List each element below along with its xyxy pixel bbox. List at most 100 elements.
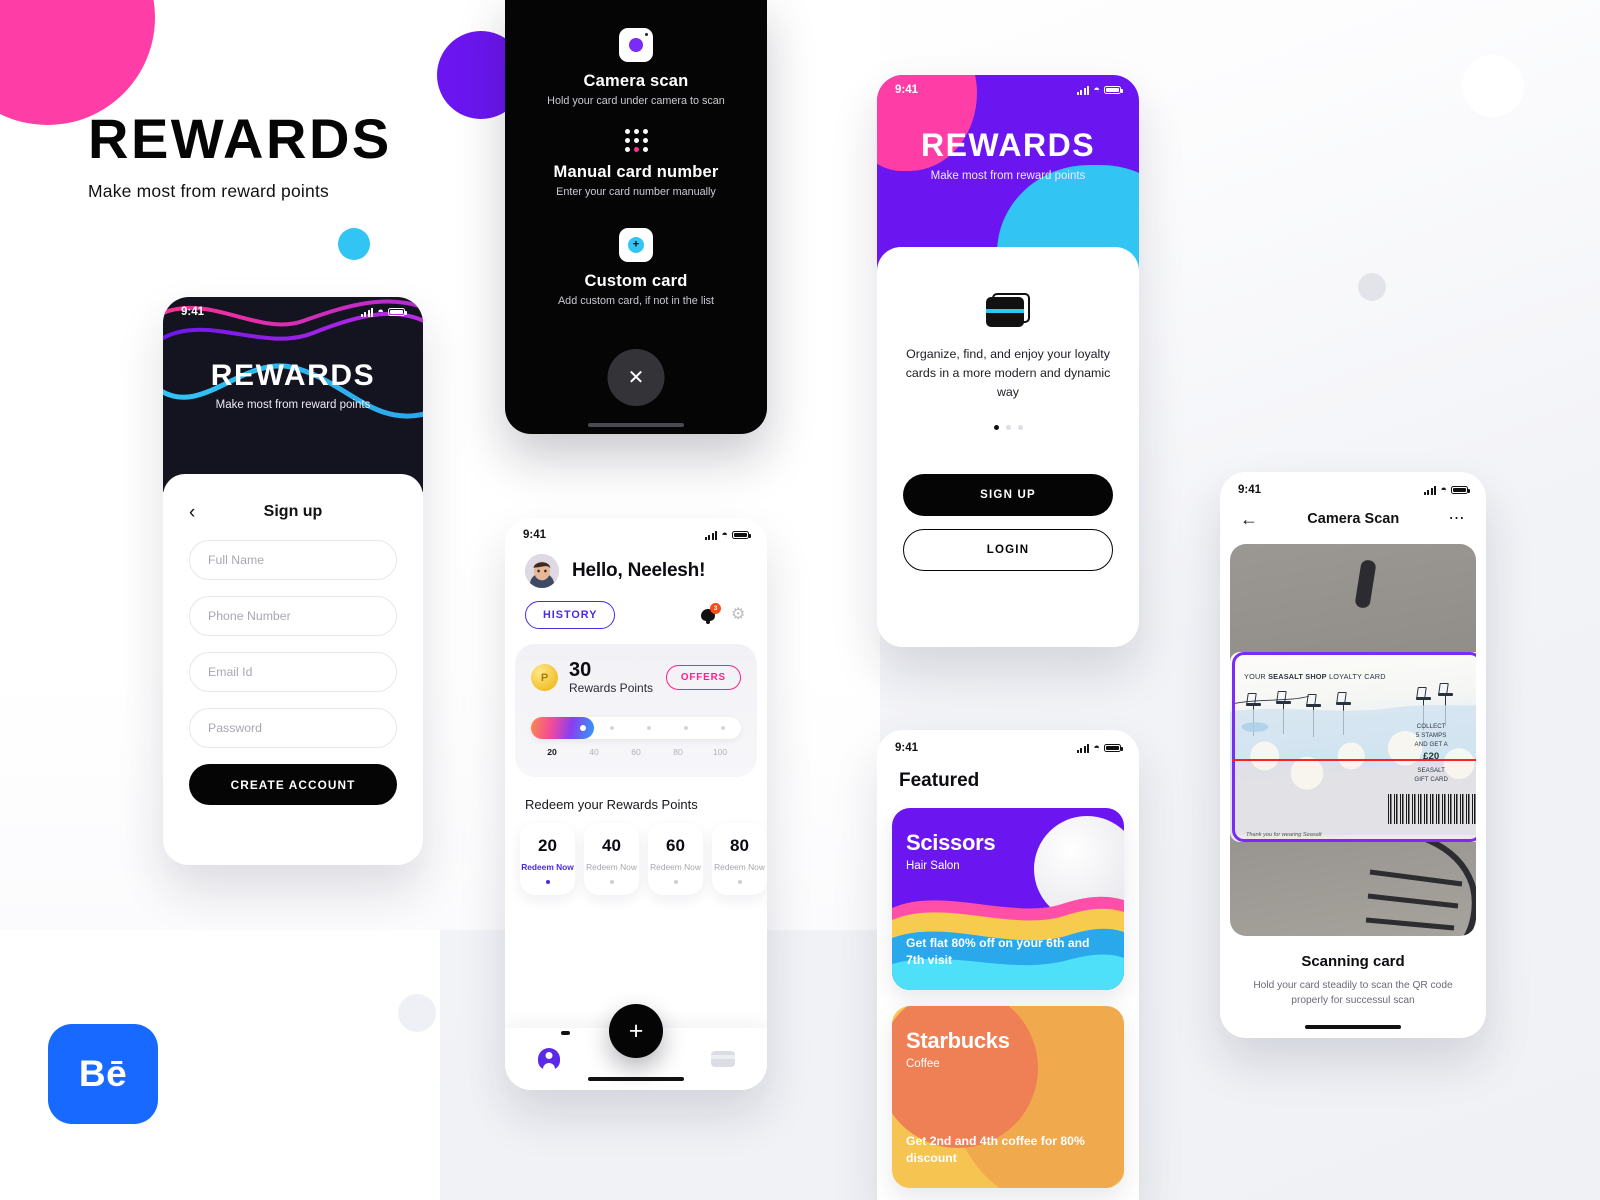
card-front — [986, 297, 1024, 327]
signup-header: ‹ Sign up — [189, 500, 397, 524]
phone-placeholder: Phone Number — [208, 609, 291, 623]
tick-dot — [668, 726, 705, 730]
decorative-rack — [1357, 826, 1476, 936]
redeem-amount: 40 — [602, 836, 621, 855]
points-card: P 30 Rewards Points OFFERS 20 40 60 80 1… — [515, 644, 757, 777]
redeem-action: Redeem Now — [650, 862, 701, 872]
status-bar: 9:41 ◓ — [877, 75, 1139, 105]
onboarding-hero: 9:41 ◓ REWARDS Make most from reward poi… — [877, 75, 1139, 275]
signup-button[interactable]: SIGN UP — [903, 473, 1113, 516]
onboarding-sheet: Organize, find, and enjoy your loyalty c… — [877, 247, 1139, 647]
offer-category: Coffee — [906, 1058, 940, 1070]
slider-knob[interactable] — [580, 725, 586, 731]
redeem-dot — [673, 879, 678, 884]
signal-icon — [1423, 485, 1437, 495]
avatar[interactable] — [525, 554, 559, 588]
wifi-icon: ◓ — [1093, 741, 1100, 754]
redeem-dot — [545, 879, 550, 884]
redeem-card[interactable]: 80 Redeem Now — [712, 823, 767, 895]
onboarding-hero-text: REWARDS Make most from reward points — [877, 127, 1139, 182]
redeem-dot — [609, 879, 614, 884]
status-time: 9:41 — [1238, 484, 1262, 496]
redeem-card[interactable]: 40 Redeem Now — [584, 823, 639, 895]
battery-icon — [1451, 485, 1470, 495]
signal-icon — [704, 530, 718, 540]
signal-icon — [1076, 743, 1090, 753]
status-bar: 9:41 ◓ — [163, 297, 423, 327]
arrow-left-icon[interactable]: ← — [1240, 510, 1258, 528]
signup-hero-subtitle: Make most from reward points — [215, 399, 371, 411]
redeem-heading: Redeem your Rewards Points — [525, 797, 698, 812]
page-subtitle: Make most from reward points — [88, 181, 329, 201]
coin-icon: P — [531, 664, 558, 691]
notification-badge: 3 — [710, 602, 721, 614]
offers-button[interactable]: OFFERS — [665, 665, 741, 690]
close-icon[interactable]: ✕ — [607, 349, 665, 406]
offer-card-scissors[interactable]: Scissors Hair Salon Get flat 80% off on … — [892, 808, 1124, 990]
camera-scan-navbar: ← Camera Scan ⋯ — [1220, 502, 1486, 528]
offer-card-starbucks[interactable]: Starbucks Coffee Get 2nd and 4th coffee … — [892, 1006, 1124, 1188]
redeem-action: Redeem Now — [521, 862, 574, 872]
fullname-placeholder: Full Name — [208, 553, 265, 567]
dot[interactable] — [1017, 424, 1023, 430]
wifi-icon: ◓ — [377, 305, 384, 318]
redeem-amount: 60 — [666, 836, 685, 855]
dashboard-icons: 3 ⚙ — [700, 602, 747, 624]
redeem-card[interactable]: 20 Redeem Now — [520, 823, 575, 895]
option-custom-card[interactable]: + Custom card Add custom card, if not in… — [505, 228, 767, 307]
scan-frame — [1232, 652, 1476, 842]
redeem-card[interactable]: 60 Redeem Now — [648, 823, 703, 895]
behance-logo-icon: Bē — [78, 1053, 128, 1094]
plus-icon[interactable]: + — [609, 1004, 663, 1058]
avatar-image — [525, 554, 559, 588]
scan-status-title: Scanning card — [1301, 953, 1405, 970]
card-icon — [711, 1051, 736, 1067]
gear-icon[interactable]: ⚙ — [731, 607, 747, 623]
phone-input[interactable]: Phone Number — [189, 596, 397, 636]
points-label: Rewards Points — [569, 681, 654, 695]
tick-label: 80 — [673, 747, 683, 757]
wifi-icon: ◓ — [1440, 483, 1447, 496]
status-time: 9:41 — [181, 306, 205, 318]
behance-badge[interactable]: Bē — [48, 1024, 158, 1124]
option-manual-title: Manual card number — [553, 163, 719, 181]
nav-cards-tab[interactable] — [680, 1051, 767, 1067]
offer-brand: Scissors — [906, 830, 996, 855]
offer-brand: Starbucks — [906, 1028, 1010, 1053]
signup-hero-title: REWARDS — [210, 359, 376, 392]
phone-dashboard-screen: 9:41 ◓ Hello, Neelesh! HISTORY 3 ⚙ P 30 … — [505, 518, 767, 1090]
email-input[interactable]: Email Id — [189, 652, 397, 692]
history-button[interactable]: HISTORY — [525, 601, 616, 629]
more-horizontal-icon[interactable]: ⋯ — [1448, 511, 1466, 527]
dot-active[interactable] — [993, 424, 999, 430]
login-button[interactable]: LOGIN — [903, 528, 1113, 571]
option-camera-scan[interactable]: Camera scan Hold your card under camera … — [505, 28, 767, 107]
option-custom-title: Custom card — [584, 272, 688, 290]
tick-label: 100 — [712, 747, 728, 757]
dot[interactable] — [1005, 424, 1011, 430]
wifi-icon: ◓ — [721, 528, 728, 541]
option-manual-card[interactable]: Manual card number Enter your card numbe… — [505, 127, 767, 198]
home-indicator — [1305, 1024, 1401, 1029]
nav-profile-tab[interactable] — [505, 1048, 592, 1070]
dashboard-actions-row: HISTORY 3 ⚙ — [505, 588, 767, 629]
bell-icon[interactable]: 3 — [700, 602, 721, 624]
scan-status-description: Hold your card steadily to scan the QR c… — [1253, 980, 1453, 1007]
points-progress-slider[interactable] — [531, 717, 741, 739]
phone-add-card-sheet: Camera scan Hold your card under camera … — [505, 0, 767, 434]
signup-form-sheet: ‹ Sign up Full Name Phone Number Email I… — [163, 474, 423, 865]
redeem-card-list: 20 Redeem Now 40 Redeem Now 60 Redeem No… — [505, 812, 767, 895]
status-indicators: ◓ — [1076, 741, 1123, 754]
status-indicators: ◓ — [1423, 483, 1470, 496]
password-input[interactable]: Password — [189, 708, 397, 748]
greeting-row: Hello, Neelesh! — [505, 548, 767, 588]
status-time: 9:41 — [895, 742, 919, 754]
poster-hero: REWARDS Make most from reward points — [88, 111, 508, 202]
greeting-text: Hello, Neelesh! — [572, 560, 706, 581]
offer-category: Hair Salon — [906, 860, 960, 872]
page-title: REWARDS — [88, 107, 392, 170]
create-account-button[interactable]: CREATE ACCOUNT — [189, 764, 397, 805]
fullname-input[interactable]: Full Name — [189, 540, 397, 580]
person-icon — [537, 1048, 560, 1070]
scan-laser-line — [1232, 759, 1476, 761]
